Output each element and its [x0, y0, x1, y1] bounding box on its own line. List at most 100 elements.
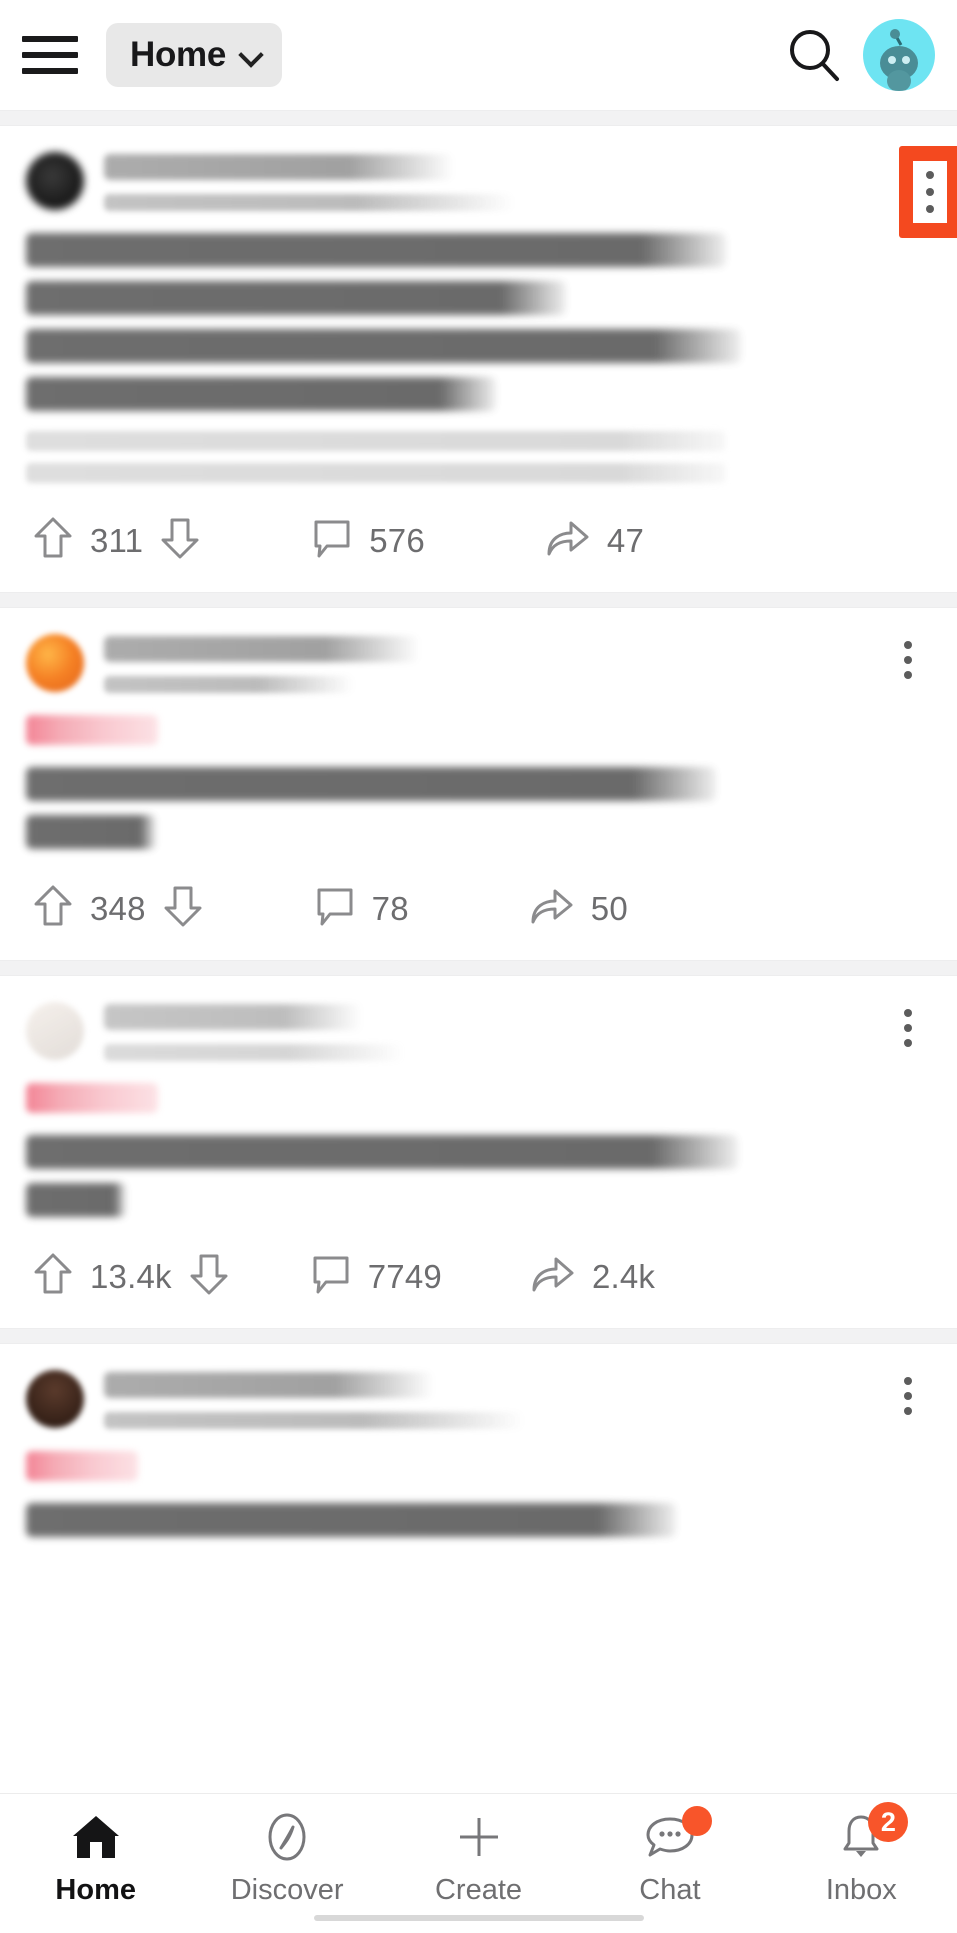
- subreddit-avatar[interactable]: [26, 1002, 84, 1060]
- share-group[interactable]: 2.4k: [528, 1252, 655, 1301]
- post-title[interactable]: [26, 767, 931, 849]
- nav-label-create: Create: [434, 1874, 523, 1906]
- kebab-dot: [904, 1407, 912, 1415]
- post-action-bar: 348 78 50: [26, 863, 931, 960]
- upvote-arrow-icon[interactable]: [32, 515, 74, 566]
- subreddit-avatar[interactable]: [26, 152, 84, 210]
- post-header: [26, 1002, 931, 1061]
- upvote-count: 348: [90, 889, 146, 927]
- share-group[interactable]: 50: [527, 884, 628, 933]
- share-arrow-icon[interactable]: [528, 1252, 576, 1301]
- post-header: [26, 1370, 931, 1429]
- kebab-dot: [904, 656, 912, 664]
- post-title-line: [26, 377, 496, 411]
- subreddit-avatar[interactable]: [26, 1370, 84, 1428]
- post-card[interactable]: 348 78 50: [0, 608, 957, 960]
- subreddit-avatar[interactable]: [26, 634, 84, 692]
- comment-count: 7749: [367, 1257, 442, 1295]
- upvote-arrow-icon[interactable]: [32, 1251, 74, 1302]
- nav-item-home[interactable]: Home: [0, 1810, 191, 1907]
- downvote-arrow-icon[interactable]: [162, 883, 204, 934]
- post-overflow-menu-button[interactable]: [885, 1002, 931, 1054]
- share-group[interactable]: 47: [543, 516, 644, 565]
- post-overflow-menu-button[interactable]: [885, 634, 931, 686]
- post-title[interactable]: [26, 233, 931, 411]
- chevron-down-icon: [240, 44, 262, 66]
- post-byline: [104, 1412, 524, 1429]
- nav-label-inbox: Inbox: [825, 1874, 897, 1906]
- post-meta: [104, 1370, 865, 1429]
- post-title-line: [26, 329, 741, 363]
- subreddit-name[interactable]: [104, 1004, 362, 1030]
- post-card[interactable]: [0, 1344, 957, 1537]
- comment-count: 576: [369, 521, 425, 559]
- comment-bubble-icon[interactable]: [314, 884, 356, 933]
- nav-label-chat: Chat: [639, 1874, 701, 1906]
- nsfw-badge: [26, 1083, 158, 1113]
- nav-item-inbox[interactable]: 2 Inbox: [766, 1802, 957, 1907]
- hamburger-bar: [22, 68, 78, 74]
- comment-group[interactable]: 7749: [310, 1252, 442, 1301]
- share-count: 2.4k: [591, 1257, 656, 1295]
- post-header: [26, 634, 931, 693]
- share-count: 47: [606, 521, 644, 559]
- subreddit-name[interactable]: [104, 154, 454, 180]
- nav-item-chat[interactable]: Chat: [574, 1806, 765, 1907]
- home-icon: [69, 1810, 123, 1864]
- nav-item-create[interactable]: Create: [383, 1810, 574, 1907]
- post-body-line: [26, 431, 726, 451]
- feed-divider: [0, 960, 957, 976]
- downvote-arrow-icon[interactable]: [159, 515, 201, 566]
- vote-group: 311: [32, 515, 201, 566]
- post-title[interactable]: [26, 1135, 931, 1217]
- post-overflow-menu-button[interactable]: [885, 1370, 931, 1422]
- share-count: 50: [590, 889, 628, 927]
- nsfw-badge: [26, 715, 158, 745]
- vote-group: 13.4k: [32, 1251, 230, 1302]
- subreddit-name[interactable]: [104, 636, 420, 662]
- inbox-unread-badge: 2: [868, 1802, 909, 1842]
- hamburger-bar: [22, 52, 78, 58]
- nsfw-badge: [26, 1451, 138, 1481]
- upvote-arrow-icon[interactable]: [32, 883, 74, 934]
- feed-divider: [0, 592, 957, 608]
- nav-label-discover: Discover: [230, 1874, 344, 1906]
- post-body-preview: [26, 431, 931, 483]
- post-overflow-menu-highlight[interactable]: [899, 146, 957, 238]
- post-byline: [104, 1044, 404, 1061]
- comment-bubble-icon[interactable]: [310, 1252, 352, 1301]
- comment-group[interactable]: 78: [314, 884, 409, 933]
- hamburger-bar: [22, 36, 78, 42]
- kebab-dot: [904, 1009, 912, 1017]
- post-card[interactable]: 13.4k 7749 2.4k: [0, 976, 957, 1328]
- post-feed: 311 576 47 348 78 50 13.4k 7749 2.4k: [0, 110, 957, 1537]
- avatar[interactable]: [863, 19, 935, 91]
- post-header: [26, 152, 931, 211]
- kebab-dot: [904, 1377, 912, 1385]
- post-overflow-menu-button[interactable]: [913, 161, 947, 223]
- search-icon[interactable]: [779, 20, 849, 90]
- comment-group[interactable]: 576: [311, 516, 425, 565]
- downvote-arrow-icon[interactable]: [188, 1251, 230, 1302]
- comment-bubble-icon[interactable]: [311, 516, 353, 565]
- post-title-line: [26, 281, 566, 315]
- kebab-dot: [904, 1392, 912, 1400]
- hamburger-menu-icon[interactable]: [22, 32, 78, 78]
- post-title[interactable]: [26, 1503, 931, 1537]
- post-action-bar: 311 576 47: [26, 495, 931, 592]
- compass-icon: [261, 1810, 313, 1864]
- upvote-count: 13.4k: [90, 1257, 172, 1295]
- kebab-dot: [904, 1024, 912, 1032]
- vote-group: 348: [32, 883, 204, 934]
- nav-item-discover[interactable]: Discover: [191, 1810, 382, 1907]
- share-arrow-icon[interactable]: [543, 516, 591, 565]
- nav-label-home: Home: [55, 1874, 136, 1906]
- post-card[interactable]: 311 576 47: [0, 126, 957, 592]
- chat-bubble-icon: [642, 1806, 712, 1864]
- share-arrow-icon[interactable]: [527, 884, 575, 933]
- subreddit-name[interactable]: [104, 1372, 434, 1398]
- feed-selector-button[interactable]: Home: [106, 23, 283, 87]
- kebab-dot: [904, 1039, 912, 1047]
- post-action-bar: 13.4k 7749 2.4k: [26, 1231, 931, 1328]
- kebab-dot: [926, 205, 934, 213]
